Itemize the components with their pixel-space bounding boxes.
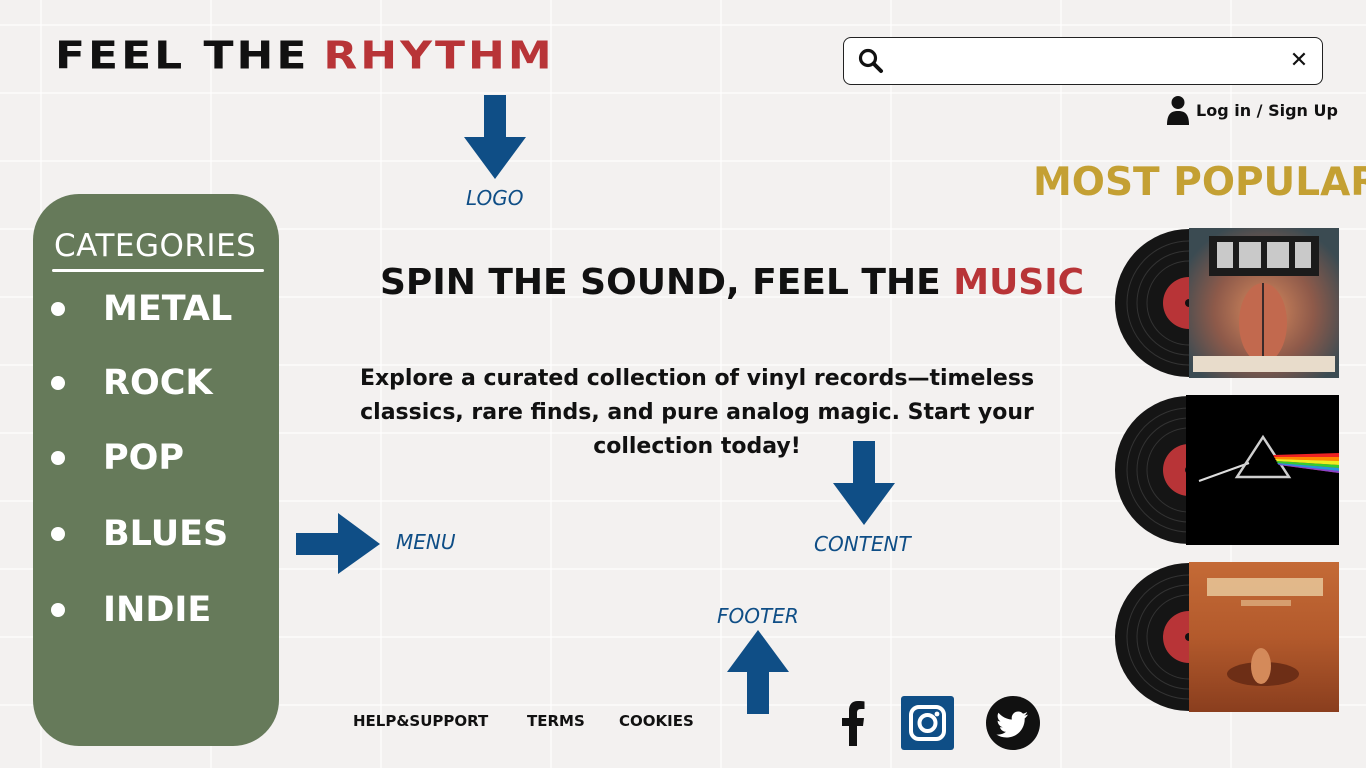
- categories-divider: [52, 269, 264, 272]
- category-label: POP: [103, 438, 185, 478]
- album-card[interactable]: [1113, 228, 1339, 378]
- category-label: METAL: [103, 289, 233, 329]
- album-cover-lateralus: [1115, 228, 1339, 378]
- annotation-menu: MENU: [396, 530, 456, 554]
- categories-title: CATEGORIES: [54, 228, 257, 264]
- most-popular-title: MOST POPULAR: [1033, 160, 1366, 205]
- logo-text-primary: FEEL THE: [55, 34, 310, 78]
- categories-menu: CATEGORIES METAL ROCK POP BLUES INDIE: [33, 194, 279, 746]
- facebook-icon[interactable]: [840, 700, 866, 746]
- footer-link-help-support[interactable]: HELP&SUPPORT: [353, 712, 488, 730]
- category-metal[interactable]: METAL: [51, 289, 232, 329]
- bullet: [51, 451, 65, 465]
- category-rock[interactable]: ROCK: [51, 363, 213, 403]
- arrow-down-icon: [464, 95, 526, 179]
- footer-link-terms[interactable]: TERMS: [527, 712, 585, 730]
- instagram-icon[interactable]: [901, 696, 954, 750]
- category-label: INDIE: [103, 590, 212, 630]
- annotation-logo: LOGO: [466, 186, 524, 210]
- annotation-footer: FOOTER: [717, 604, 799, 628]
- site-logo[interactable]: FEEL THE RHYTHM: [55, 34, 555, 78]
- hero-tagline: Explore a curated collection of vinyl re…: [359, 366, 1035, 459]
- twitter-icon[interactable]: [985, 695, 1041, 751]
- category-label: ROCK: [103, 363, 213, 403]
- arrow-up-icon: [727, 630, 789, 714]
- bullet: [51, 376, 65, 390]
- headline-accent: MUSIC: [953, 262, 1085, 303]
- album-card[interactable]: [1113, 562, 1339, 712]
- category-pop[interactable]: POP: [51, 438, 184, 478]
- arrow-down-icon: [833, 441, 895, 525]
- login-signup-link[interactable]: Log in / Sign Up: [1166, 95, 1338, 125]
- category-indie[interactable]: INDIE: [51, 590, 211, 630]
- footer-link-cookies[interactable]: COOKIES: [619, 712, 694, 730]
- login-label: Log in / Sign Up: [1196, 100, 1338, 120]
- close-icon[interactable]: ✕: [1288, 50, 1310, 72]
- arrow-right-icon: [296, 513, 380, 574]
- album-cover-dirt: [1115, 562, 1339, 712]
- bullet: [51, 527, 65, 541]
- user-icon: [1167, 96, 1189, 125]
- search-icon[interactable]: [858, 48, 884, 74]
- bullet: [51, 302, 65, 316]
- logo-text-accent: RHYTHM: [323, 34, 555, 78]
- album-card[interactable]: [1113, 395, 1339, 545]
- category-label: BLUES: [103, 514, 229, 554]
- category-blues[interactable]: BLUES: [51, 514, 228, 554]
- headline-text: SPIN THE SOUND, FEEL THE: [380, 262, 941, 303]
- annotation-content: CONTENT: [814, 532, 911, 556]
- search-input[interactable]: [896, 46, 1276, 76]
- search-bar: ✕: [843, 37, 1323, 85]
- bullet: [51, 603, 65, 617]
- album-cover-dark-side: [1115, 395, 1339, 545]
- hero-headline: SPIN THE SOUND, FEEL THE MUSIC: [380, 262, 1084, 303]
